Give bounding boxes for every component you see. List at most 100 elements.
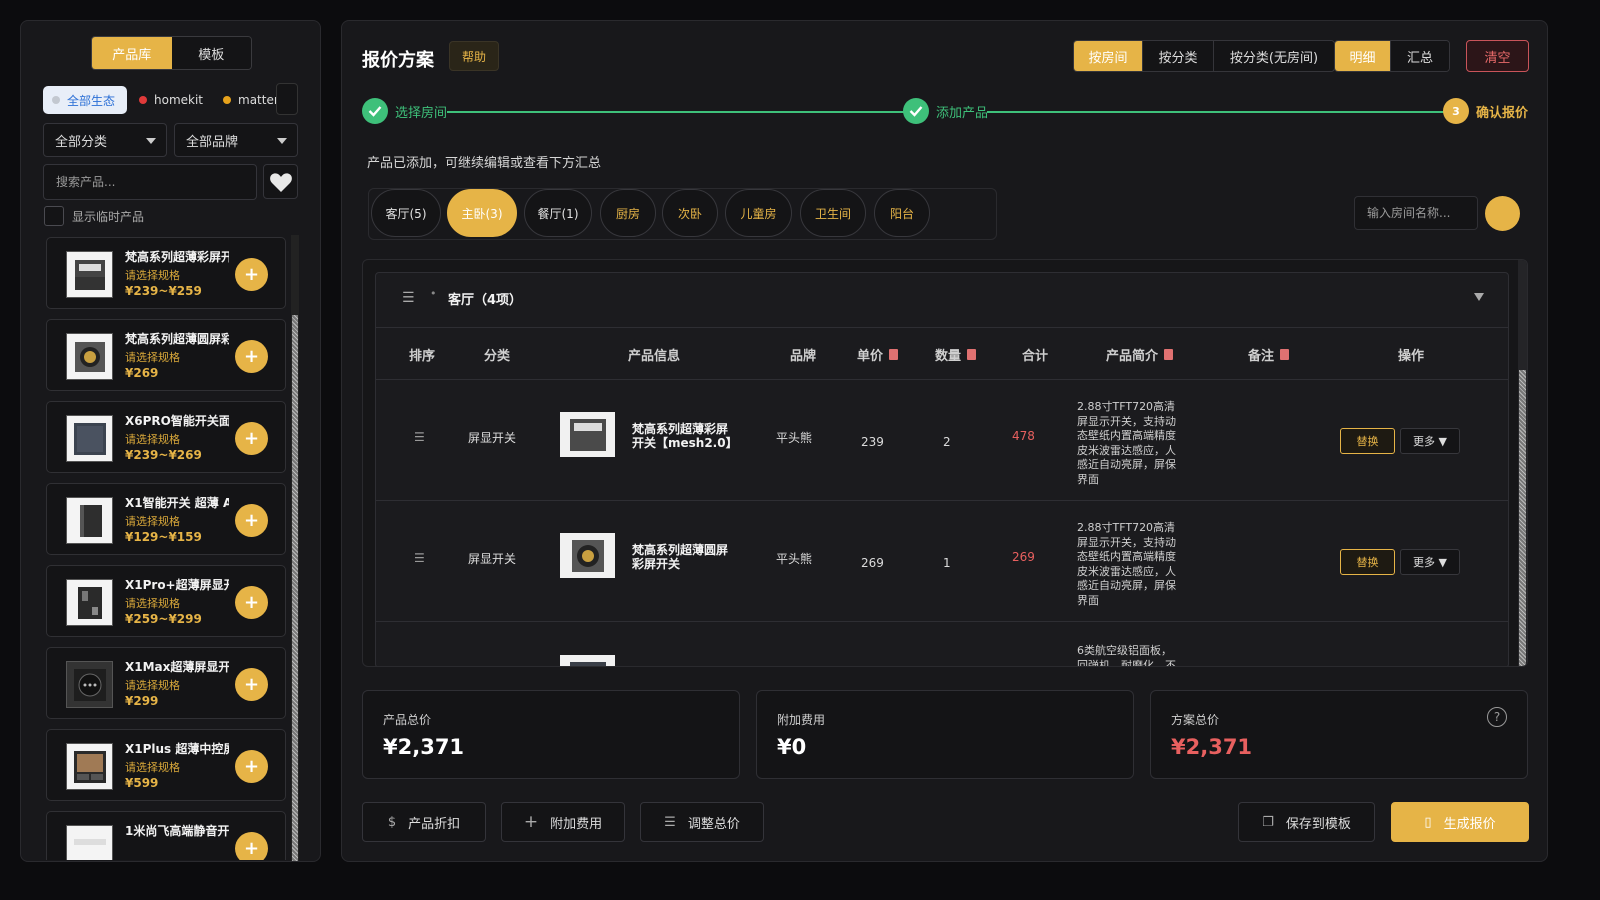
table-header: 排序 分类 产品信息 品牌 单价 数量 合计 产品简介 备注 操作 <box>376 328 1508 380</box>
drag-handle-icon[interactable]: ☰ <box>414 551 425 565</box>
product-spec-prompt[interactable]: 请选择规格 <box>125 431 180 447</box>
product-card[interactable]: X1智能开关 超薄 AC 请选择规格 ¥129~¥159 + <box>46 483 286 555</box>
tab-by-room[interactable]: 按房间 <box>1074 41 1143 71</box>
plan-total-value: ¥2,371 <box>1171 735 1253 759</box>
room-tab[interactable]: 客厅(5) <box>371 189 441 237</box>
product-price: ¥269 <box>125 366 159 380</box>
document-icon[interactable] <box>1280 349 1290 360</box>
room-tab[interactable]: 餐厅(1) <box>524 189 592 237</box>
help-circle-icon[interactable]: ? <box>1487 707 1507 727</box>
row-quantity[interactable]: 2 <box>943 435 951 449</box>
ecosystem-label: homekit <box>154 93 204 107</box>
row-unit-price[interactable]: 269 <box>861 556 884 570</box>
product-spec-prompt[interactable]: 请选择规格 <box>125 595 180 611</box>
product-list-scrollbar[interactable] <box>291 235 299 861</box>
product-card[interactable]: 1米尚飞高端静音开 + <box>46 811 286 860</box>
document-icon[interactable] <box>1164 349 1174 360</box>
more-actions-button[interactable]: 更多 ▼ <box>1400 428 1460 454</box>
extra-fee-button[interactable]: + 附加费用 <box>501 802 625 842</box>
product-spec-prompt[interactable]: 请选择规格 <box>125 759 180 775</box>
room-tab[interactable]: 厨房 <box>600 189 656 237</box>
add-product-button[interactable]: + <box>235 668 268 701</box>
col-remark: 备注 <box>1248 345 1290 364</box>
brand-select[interactable]: 全部品牌 <box>174 123 298 157</box>
tab-summary[interactable]: 汇总 <box>1391 41 1449 71</box>
generate-quote-button[interactable]: ▯ 生成报价 <box>1391 802 1529 842</box>
row-product-name: 梵高系列超薄彩屏开关【mesh2.0】 <box>632 422 738 450</box>
favorites-button[interactable] <box>263 164 298 199</box>
product-card[interactable]: X1Max超薄屏显开关 请选择规格 ¥299 + <box>46 647 286 719</box>
add-product-button[interactable]: + <box>235 258 268 291</box>
product-card[interactable]: X1Pro+超薄屏显开关 请选择规格 ¥259~¥299 + <box>46 565 286 637</box>
switch-panel-icon <box>569 661 606 666</box>
table-scrollbar[interactable] <box>1518 260 1527 666</box>
save-template-label: 保存到模板 <box>1285 816 1351 832</box>
show-temp-products-label: 显示临时产品 <box>72 210 145 224</box>
clear-button[interactable]: 清空 <box>1466 40 1529 72</box>
step-label: 确认报价 <box>1476 105 1529 121</box>
step-connector <box>447 111 907 113</box>
extra-fee-label: 附加费用 <box>777 713 826 727</box>
add-product-button[interactable]: + <box>235 504 268 537</box>
row-unit-price[interactable]: 239 <box>861 435 884 449</box>
collapse-toggle-icon[interactable] <box>1474 293 1484 301</box>
ecosystem-more-button[interactable] <box>276 83 298 115</box>
room-tab[interactable]: 主卧(3) <box>447 189 517 237</box>
help-button[interactable]: 帮助 <box>449 41 499 71</box>
replace-button[interactable]: 替换 <box>1340 549 1395 575</box>
room-name-input[interactable] <box>1354 196 1478 230</box>
product-card[interactable]: X6PRO智能开关面板 请选择规格 ¥239~¥269 + <box>46 401 286 473</box>
drag-handle-icon[interactable]: ☰ <box>402 290 415 306</box>
show-temp-products-checkbox[interactable] <box>44 206 64 226</box>
tab-product-library[interactable]: 产品库 <box>92 37 172 69</box>
room-tab[interactable]: 卫生间 <box>800 189 866 237</box>
ecosystem-label: matter <box>238 93 279 107</box>
add-product-button[interactable]: + <box>235 750 268 783</box>
product-name: 梵高系列超薄彩屏开 <box>125 250 229 264</box>
product-search-input[interactable] <box>43 164 257 200</box>
add-product-button[interactable]: + <box>235 586 268 619</box>
add-product-button[interactable]: + <box>235 340 268 373</box>
replace-button[interactable]: 替换 <box>1340 428 1395 454</box>
brand-select-value: 全部品牌 <box>186 134 239 150</box>
col-quantity-label: 数量 <box>935 349 962 364</box>
scrollbar-thumb[interactable] <box>292 315 298 861</box>
room-tab[interactable]: 阳台 <box>874 189 930 237</box>
product-card[interactable]: 梵高系列超薄圆屏彩 请选择规格 ¥269 + <box>46 319 286 391</box>
product-name: X1智能开关 超薄 AC <box>125 496 229 510</box>
ecosystem-filter-all[interactable]: 全部生态 <box>43 86 127 114</box>
more-actions-button[interactable]: 更多 ▼ <box>1400 549 1460 575</box>
add-product-button[interactable]: + <box>235 832 268 860</box>
room-group-header[interactable]: ☰ • 客厅（4项） <box>376 273 1508 328</box>
room-tab[interactable]: 次卧 <box>662 189 718 237</box>
save-template-button[interactable]: ❐ 保存到模板 <box>1238 802 1375 842</box>
scrollbar-thumb[interactable] <box>1519 370 1526 666</box>
tab-templates[interactable]: 模板 <box>171 37 251 69</box>
tab-by-category[interactable]: 按分类 <box>1143 41 1214 71</box>
library-mode-tabs: 产品库 模板 <box>91 36 252 70</box>
product-name: X1Max超薄屏显开关 <box>125 660 229 674</box>
product-card[interactable]: X1Plus 超薄中控屏 请选择规格 ¥599 + <box>46 729 286 801</box>
product-spec-prompt[interactable]: 请选择规格 <box>125 349 180 365</box>
row-intro: 6类航空级铝面板，回弹机，耐磨化，不 <box>1077 644 1176 667</box>
add-room-button[interactable] <box>1485 196 1520 231</box>
product-spec-prompt[interactable]: 请选择规格 <box>125 677 180 693</box>
add-product-button[interactable]: + <box>235 422 268 455</box>
adjust-total-button[interactable]: ☰ 调整总价 <box>640 802 764 842</box>
document-icon[interactable] <box>967 349 977 360</box>
row-quantity[interactable]: 1 <box>943 556 951 570</box>
room-tab[interactable]: 儿童房 <box>725 189 792 237</box>
drag-handle-icon[interactable]: ☰ <box>414 430 425 444</box>
plan-total-card: 方案总价 ¥2,371 ? <box>1150 690 1528 779</box>
category-select[interactable]: 全部分类 <box>43 123 167 157</box>
product-spec-prompt[interactable]: 请选择规格 <box>125 513 180 529</box>
product-spec-prompt[interactable]: 请选择规格 <box>125 267 180 283</box>
document-icon[interactable] <box>889 349 899 360</box>
product-discount-button[interactable]: $ 产品折扣 <box>362 802 486 842</box>
product-card[interactable]: 梵高系列超薄彩屏开 请选择规格 ¥239~¥259 + <box>46 237 286 309</box>
tab-detail[interactable]: 明细 <box>1335 41 1391 71</box>
ecosystem-filter-homekit[interactable]: homekit <box>139 86 203 114</box>
switch-panel-icon <box>77 586 102 619</box>
ecosystem-filter-matter[interactable]: matter <box>223 86 279 114</box>
tab-by-category-no-room[interactable]: 按分类(无房间) <box>1214 41 1334 71</box>
